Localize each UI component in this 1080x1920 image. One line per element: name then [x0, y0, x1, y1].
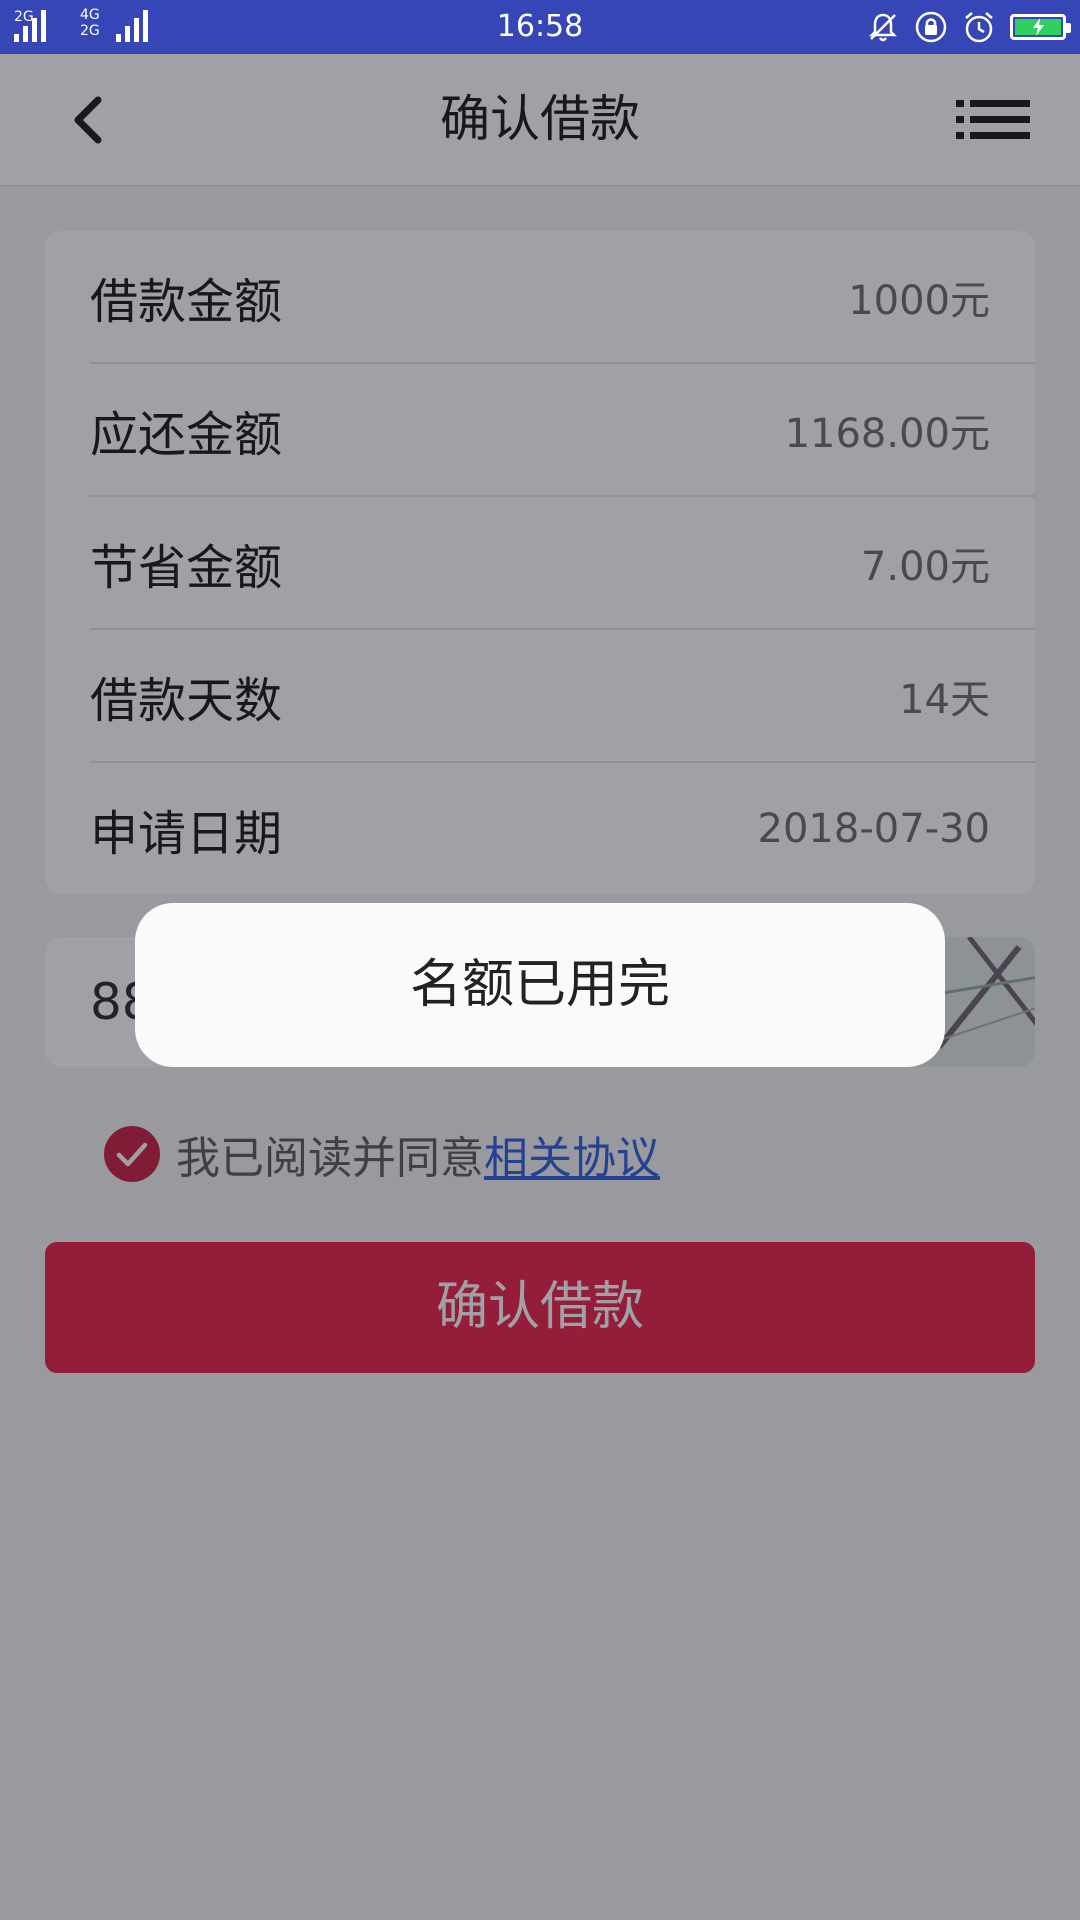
status-icons	[866, 10, 1071, 44]
rotation-lock-icon	[915, 11, 947, 43]
status-bar: 2G 4G 2G 16:58	[0, 0, 1080, 54]
alarm-clock-icon	[965, 12, 993, 43]
vibrate-bell-icon	[868, 13, 898, 42]
toast-message: 名额已用完	[135, 903, 945, 1067]
charging-bolt-icon	[1033, 18, 1044, 36]
battery-icon	[1010, 14, 1071, 40]
